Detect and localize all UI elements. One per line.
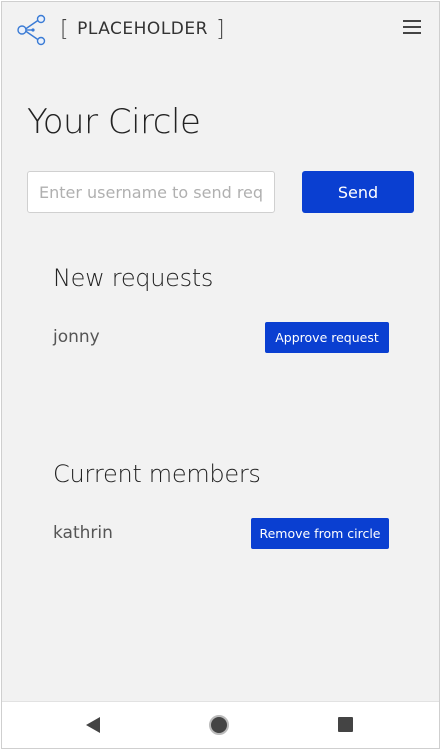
back-triangle-icon[interactable] xyxy=(86,717,100,733)
request-username: jonny xyxy=(53,327,100,347)
page-title: Your Circle xyxy=(27,102,201,142)
current-members-heading: Current members xyxy=(53,460,261,488)
brand-bracket-left: [ xyxy=(60,16,70,42)
android-navigation-bar xyxy=(2,701,439,748)
username-request-input[interactable] xyxy=(27,171,275,213)
hamburger-menu-icon[interactable] xyxy=(403,20,421,34)
remove-from-circle-button[interactable]: Remove from circle xyxy=(251,518,389,549)
brand-name: PLACEHOLDER xyxy=(77,19,208,39)
approve-request-button[interactable]: Approve request xyxy=(265,322,389,353)
app-header: [ PLACEHOLDER ] xyxy=(2,2,439,56)
app-screen: [ PLACEHOLDER ] Your Circle Send New req… xyxy=(1,1,440,749)
home-circle-icon[interactable] xyxy=(209,715,229,735)
brand-title: [ PLACEHOLDER ] xyxy=(60,14,225,44)
brand-bracket-right: ] xyxy=(215,16,226,42)
share-network-icon[interactable] xyxy=(16,14,48,46)
send-request-button[interactable]: Send xyxy=(302,171,414,213)
new-requests-heading: New requests xyxy=(53,264,214,292)
recent-apps-square-icon[interactable] xyxy=(338,717,353,732)
member-username: kathrin xyxy=(53,523,113,543)
